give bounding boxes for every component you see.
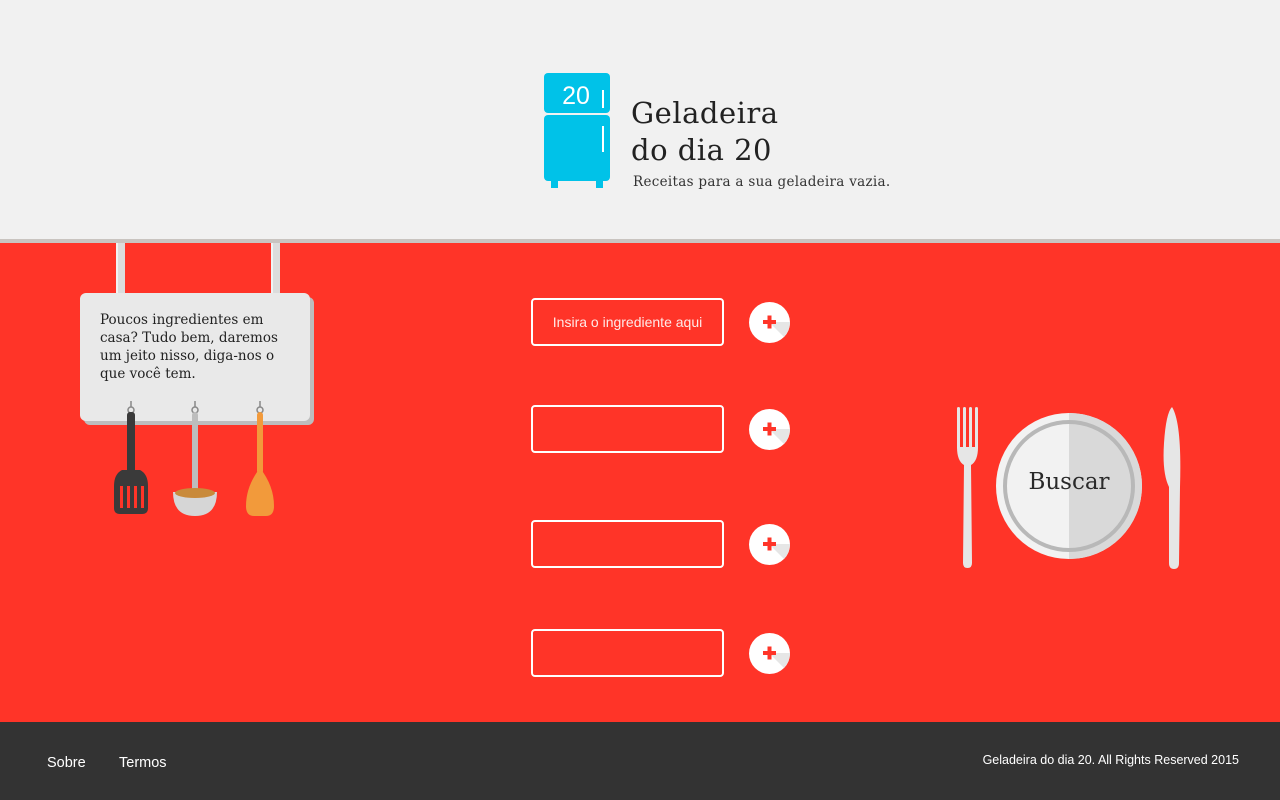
copyright-text: Geladeira do dia 20. All Rights Reserved… — [982, 753, 1239, 767]
plus-icon — [763, 646, 790, 674]
footer: Sobre Termos Geladeira do dia 20. All Ri… — [0, 722, 1280, 800]
fork-icon — [957, 407, 978, 568]
ingredient-row — [531, 405, 801, 455]
add-ingredient-button[interactable] — [749, 524, 790, 565]
spatula-icon — [114, 412, 148, 514]
brand-title-line2: do dia 20 — [631, 133, 772, 167]
plus-icon — [763, 422, 790, 450]
brand-title[interactable]: Geladeira do dia 20 — [631, 95, 779, 169]
ingredient-input-4[interactable] — [531, 629, 724, 677]
add-ingredient-button[interactable] — [749, 409, 790, 450]
hook-icon — [127, 401, 264, 414]
plus-icon — [763, 537, 790, 565]
footer-link-sobre[interactable]: Sobre — [47, 755, 86, 771]
knife-icon — [1163, 407, 1181, 569]
ladle-icon — [173, 412, 217, 516]
logo-number: 20 — [562, 82, 590, 110]
footer-link-termos[interactable]: Termos — [119, 755, 167, 771]
search-button[interactable] — [996, 413, 1142, 559]
plus-icon — [763, 315, 790, 343]
ingredient-row — [531, 629, 801, 679]
wooden-spoon-icon — [246, 412, 274, 516]
search-panel: Poucos ingredientes em casa? Tudo bem, d… — [0, 239, 1280, 722]
add-ingredient-button[interactable] — [749, 302, 790, 343]
fridge-logo-icon[interactable]: 20 — [543, 73, 611, 189]
table-setting-illustration — [957, 407, 1181, 569]
brand-subtitle: Receitas para a sua geladeira vazia. — [633, 174, 891, 190]
kitchen-utensils-illustration — [114, 401, 274, 516]
sign-text: Poucos ingredientes em casa? Tudo bem, d… — [100, 312, 278, 382]
ingredient-row — [531, 298, 801, 348]
add-ingredient-button[interactable] — [749, 633, 790, 674]
ingredient-row — [531, 520, 801, 570]
brand-title-line1: Geladeira — [631, 96, 779, 130]
header: 20 Geladeira do dia 20 Receitas para a s… — [0, 0, 1280, 239]
ingredient-input-1[interactable] — [531, 298, 724, 346]
ingredient-input-2[interactable] — [531, 405, 724, 453]
ingredient-input-3[interactable] — [531, 520, 724, 568]
